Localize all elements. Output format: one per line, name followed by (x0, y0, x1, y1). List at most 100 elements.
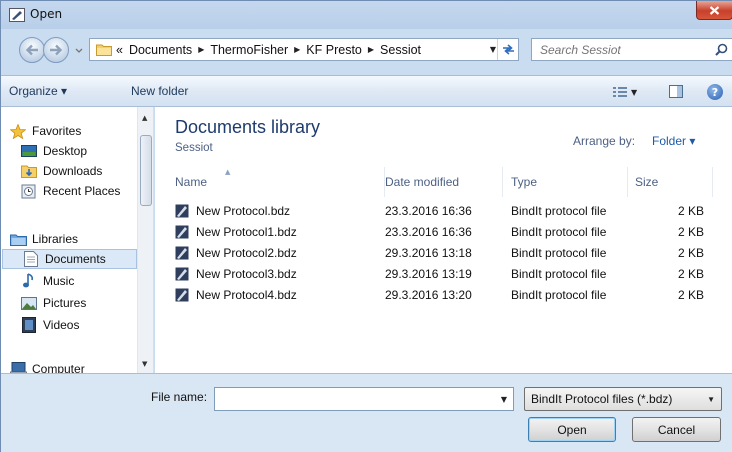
desktop-icon (20, 143, 38, 159)
bdz-file-icon (175, 246, 189, 260)
open-button-label: Open (557, 422, 587, 437)
file-date: 29.3.2016 13:20 (385, 288, 472, 302)
file-name: New Protocol3.bdz (196, 267, 297, 281)
libraries-icon (9, 231, 27, 247)
file-type: BindIt protocol file (511, 204, 607, 218)
crumb-thermofisher[interactable]: ThermoFisher (210, 43, 288, 57)
column-header-type[interactable]: Type (511, 167, 628, 197)
navigation-scrollbar[interactable]: ▲ ▼ (137, 107, 153, 373)
nav-libraries[interactable]: Libraries (9, 229, 78, 249)
search-icon[interactable] (715, 43, 728, 56)
address-bar[interactable]: « Documents ▶ ThermoFisher ▶ KF Presto ▶… (89, 38, 519, 61)
column-header-date[interactable]: Date modified (385, 167, 503, 197)
file-type-dropdown-icon[interactable]: ▼ (707, 395, 715, 404)
file-row[interactable]: New Protocol1.bdz 23.3.2016 16:36 BindIt… (175, 222, 713, 243)
file-row[interactable]: New Protocol.bdz 23.3.2016 16:36 BindIt … (175, 201, 713, 222)
nav-documents-label: Documents (45, 252, 106, 266)
scrollbar-thumb[interactable] (140, 135, 152, 206)
address-row: « Documents ▶ ThermoFisher ▶ KF Presto ▶… (1, 29, 732, 75)
documents-icon (22, 251, 40, 267)
recent-pages-dropdown-icon[interactable] (75, 45, 83, 55)
recent-places-icon (20, 183, 38, 199)
file-name-combobox[interactable]: ▼ (214, 387, 514, 411)
file-type: BindIt protocol file (511, 246, 607, 260)
library-title: Documents library (175, 117, 321, 137)
scroll-up-icon[interactable]: ▲ (142, 114, 147, 122)
file-size: 2 KB (678, 267, 705, 281)
open-button[interactable]: Open (528, 417, 616, 442)
file-date: 23.3.2016 16:36 (385, 204, 472, 218)
crumb-separator-icon[interactable]: ▶ (368, 45, 374, 54)
address-overflow[interactable]: « (116, 43, 123, 57)
new-folder-button[interactable]: New folder (131, 84, 188, 98)
nav-pictures[interactable]: Pictures (20, 293, 86, 313)
column-type-label: Type (511, 175, 538, 189)
search-box[interactable] (531, 38, 732, 61)
views-dropdown-icon[interactable]: ▼ (631, 88, 637, 97)
file-row[interactable]: New Protocol4.bdz 29.3.2016 13:20 BindIt… (175, 285, 713, 306)
column-header-size[interactable]: Size (635, 167, 713, 197)
computer-icon (9, 361, 27, 373)
nav-favorites[interactable]: Favorites (9, 121, 81, 141)
file-name: New Protocol1.bdz (196, 225, 297, 239)
arrange-by-dropdown[interactable]: Folder ▾ (652, 134, 695, 148)
cancel-button[interactable]: Cancel (632, 417, 721, 442)
window-title: Open (30, 7, 63, 21)
column-date-label: Date modified (385, 175, 460, 189)
nav-documents[interactable]: Documents (2, 249, 137, 269)
crumb-separator-icon[interactable]: ▶ (198, 45, 204, 54)
forward-button[interactable] (43, 37, 69, 63)
file-row[interactable]: New Protocol3.bdz 29.3.2016 13:19 BindIt… (175, 264, 713, 285)
nav-downloads-label: Downloads (43, 164, 103, 178)
file-row[interactable]: New Protocol2.bdz 29.3.2016 13:18 BindIt… (175, 243, 713, 264)
file-type-value: BindIt Protocol files (*.bdz) (531, 392, 673, 406)
refresh-button[interactable] (497, 39, 518, 60)
organize-button[interactable]: Organize ▾ (9, 84, 67, 98)
title-bar[interactable]: Open (1, 1, 732, 29)
column-header-name[interactable]: Name (175, 167, 385, 197)
change-view-button[interactable]: ▼ (613, 85, 643, 99)
back-button[interactable] (19, 37, 45, 63)
file-name-dropdown-icon[interactable]: ▼ (501, 395, 507, 404)
close-button[interactable] (696, 1, 732, 20)
address-dropdown-icon[interactable]: ▼ (490, 45, 496, 54)
search-input[interactable] (540, 42, 690, 57)
downloads-folder-icon (20, 163, 38, 179)
nav-computer[interactable]: Computer (9, 359, 85, 373)
file-name: New Protocol.bdz (196, 204, 291, 218)
crumb-kf-presto[interactable]: KF Presto (306, 43, 362, 57)
crumb-separator-icon[interactable]: ▶ (294, 45, 300, 54)
file-size: 2 KB (678, 246, 705, 260)
nav-videos[interactable]: Videos (20, 315, 79, 335)
nav-recent-places[interactable]: Recent Places (20, 181, 120, 201)
refresh-icon (502, 44, 514, 55)
scroll-down-icon[interactable]: ▼ (142, 360, 147, 368)
dialog-footer: File name: ▼ BindIt Protocol files (*.bd… (1, 373, 732, 452)
crumb-sessiot[interactable]: Sessiot (380, 43, 421, 57)
bdz-file-icon (175, 225, 189, 239)
file-name-input[interactable] (215, 388, 485, 408)
music-icon (20, 273, 38, 289)
file-size: 2 KB (678, 288, 705, 302)
nav-downloads[interactable]: Downloads (20, 161, 102, 181)
star-icon (9, 123, 27, 139)
open-dialog: Open « Documents ▶ ThermoFisher ▶ KF Pre… (0, 0, 732, 452)
nav-desktop[interactable]: Desktop (20, 141, 87, 161)
help-icon[interactable]: ? (707, 84, 723, 100)
nav-favorites-label: Favorites (32, 124, 82, 138)
nav-music-label: Music (43, 274, 75, 288)
folder-icon (96, 44, 112, 56)
nav-music[interactable]: Music (20, 271, 74, 291)
back-arrow-icon (25, 44, 38, 56)
views-icon (613, 87, 627, 97)
nav-recent-places-label: Recent Places (43, 184, 121, 198)
file-name: New Protocol4.bdz (196, 288, 297, 302)
file-type-select[interactable]: BindIt Protocol files (*.bdz) ▼ (524, 387, 722, 411)
file-type: BindIt protocol file (511, 225, 607, 239)
crumb-documents[interactable]: Documents (129, 43, 192, 57)
file-date: 29.3.2016 13:18 (385, 246, 472, 260)
preview-pane-icon[interactable] (669, 85, 683, 98)
file-type: BindIt protocol file (511, 288, 607, 302)
cancel-button-label: Cancel (657, 422, 696, 437)
file-list-pane: Documents library Sessiot Arrange by: Fo… (155, 107, 732, 373)
